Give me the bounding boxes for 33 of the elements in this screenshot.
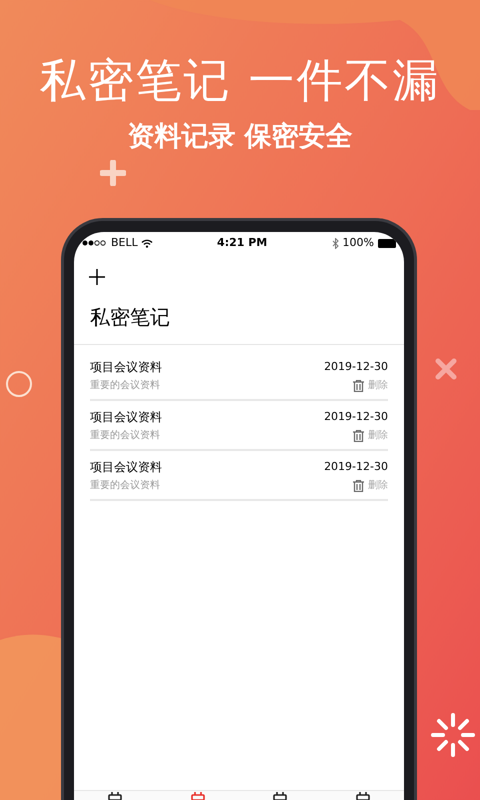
plus-icon [100, 160, 126, 186]
battery-percent: 100% [342, 234, 374, 251]
note-title: 项目会议资料 [90, 359, 162, 375]
tab-icon[interactable] [354, 792, 371, 800]
bluetooth-icon [332, 238, 339, 248]
note-summary: 重要的会议资料 [90, 429, 160, 443]
note-summary: 重要的会议资料 [90, 479, 160, 493]
ring-icon [4, 369, 34, 399]
note-row[interactable]: 项目会议资料 2019-12-30 重要的会议资料 删除 [90, 451, 388, 501]
note-title: 项目会议资料 [90, 459, 162, 475]
subheadline: 资料记录 保密安全 [127, 120, 353, 154]
tab-icon[interactable] [107, 792, 124, 800]
cross-icon [434, 357, 458, 381]
tab-icon[interactable] [272, 792, 288, 800]
note-summary: 重要的会议资料 [90, 379, 160, 393]
trash-icon [353, 480, 364, 492]
wifi-icon [140, 238, 153, 248]
add-icon[interactable] [89, 269, 105, 285]
trash-icon [353, 430, 364, 442]
note-row[interactable]: 项目会议资料 2019-12-30 重要的会议资料 删除 [90, 401, 388, 451]
sunburst-icon [430, 712, 476, 758]
battery-icon [378, 238, 396, 248]
carrier-name: BELL [111, 234, 138, 251]
note-title: 项目会议资料 [90, 409, 162, 425]
headline: 私密笔记 一件不漏 [40, 52, 440, 108]
trash-icon [353, 380, 364, 392]
signal-icon [82, 240, 108, 246]
page-title: 私密笔记 [90, 304, 171, 330]
note-row[interactable]: 项目会议资料 2019-12-30 重要的会议资料 删除 [90, 351, 388, 401]
status-time: 4:21 PM [217, 234, 268, 251]
note-date: 2019-12-30 [324, 459, 388, 475]
note-date: 2019-12-30 [324, 359, 388, 375]
note-date: 2019-12-30 [324, 409, 388, 425]
